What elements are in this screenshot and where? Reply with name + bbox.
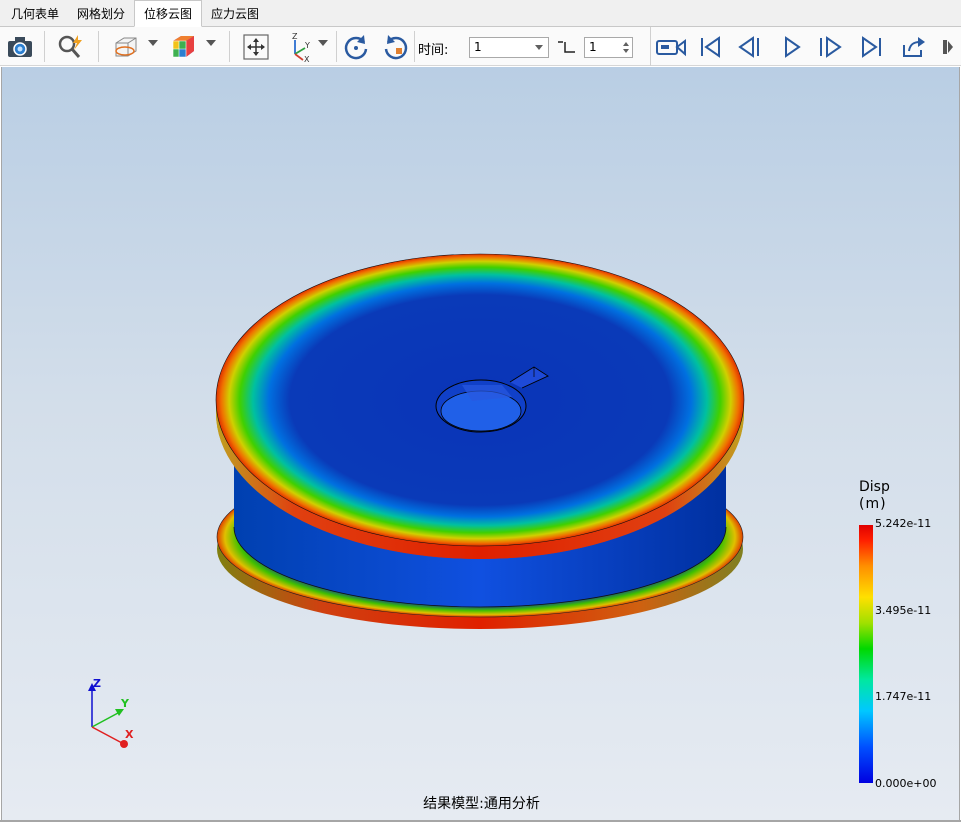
time-label: 时间: (418, 43, 449, 58)
axes-orientation-icon[interactable]: ZYX (283, 32, 313, 62)
last-frame-icon[interactable] (857, 32, 887, 62)
prev-frame-icon[interactable] (735, 32, 765, 62)
step-spinner-value: 1 (589, 40, 597, 54)
spin-up-icon[interactable] (623, 42, 629, 46)
section-view-icon[interactable] (110, 32, 140, 62)
step-spinner[interactable]: 1 (584, 37, 633, 58)
step-icon (557, 40, 577, 54)
record-video-icon[interactable] (654, 32, 688, 62)
legend-value-1: 1.747e-11 (875, 690, 932, 703)
tab-stress-contour[interactable]: 应力云图 (202, 0, 268, 26)
axis-y-label: Y (120, 697, 130, 710)
axes-orientation-dropdown[interactable] (318, 40, 328, 46)
play-icon[interactable] (777, 32, 807, 62)
zoom-lightning-icon[interactable] (56, 32, 86, 62)
legend-title: Disp (859, 479, 890, 495)
result-model-caption: 结果模型:通用分析 (423, 796, 540, 812)
time-select-value: 1 (474, 40, 482, 54)
chevron-down-icon (535, 45, 543, 50)
section-view-dropdown[interactable] (148, 40, 158, 46)
animation-player (650, 27, 961, 66)
next-frame-icon[interactable] (815, 32, 845, 62)
more-icon[interactable] (937, 32, 959, 62)
svg-text:Z: Z (292, 32, 298, 41)
rotate-ccw-icon[interactable] (341, 32, 371, 62)
svg-text:X: X (304, 55, 310, 62)
legend-min-value: 0.000e+00 (875, 777, 937, 790)
tab-displacement-contour[interactable]: 位移云图 (134, 0, 203, 27)
tab-bar: 几何表单 网格划分 位移云图 应力云图 (0, 0, 961, 27)
legend-unit: (m) (859, 496, 887, 512)
spin-down-icon[interactable] (623, 49, 629, 53)
time-select[interactable]: 1 (469, 37, 549, 58)
svg-text:Y: Y (304, 41, 310, 50)
legend-color-bar (859, 525, 873, 783)
fit-view-icon[interactable] (241, 32, 271, 62)
tab-mesh[interactable]: 网格划分 (68, 0, 134, 26)
axis-triad: Z Y X (88, 677, 134, 748)
legend-max-value: 5.242e-11 (875, 517, 932, 530)
display-style-icon[interactable] (168, 32, 198, 62)
tab-geometry-form[interactable]: 几何表单 (2, 0, 68, 26)
axis-x-label: X (125, 728, 134, 741)
axis-z-label: Z (93, 677, 101, 690)
camera-icon[interactable] (5, 32, 35, 62)
toolbar: ZYX 时间: 1 1 (0, 27, 961, 66)
export-icon[interactable] (899, 32, 929, 62)
legend-value-2: 3.495e-11 (875, 604, 932, 617)
3d-viewport[interactable]: Disp (m) 5.242e-11 3.495e-11 1.747e-11 0… (1, 67, 960, 820)
rotate-cw-icon[interactable] (381, 32, 411, 62)
first-frame-icon[interactable] (695, 32, 725, 62)
display-style-dropdown[interactable] (206, 40, 216, 46)
